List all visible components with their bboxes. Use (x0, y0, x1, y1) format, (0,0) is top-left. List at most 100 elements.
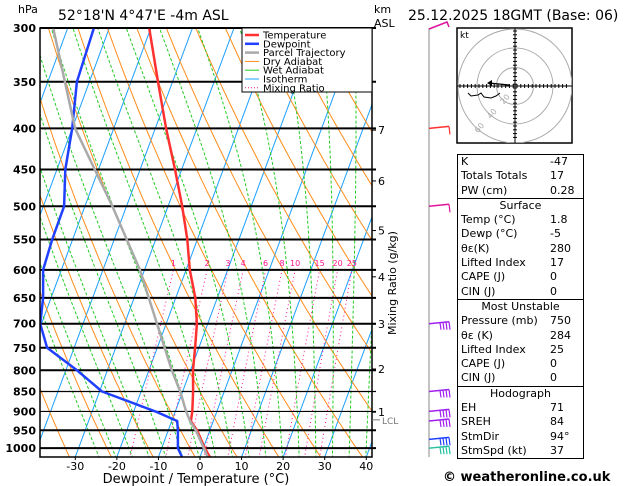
wind-barb-flag (439, 419, 442, 428)
mixing-ratio-label: 25 (347, 259, 357, 268)
wind-barb-flag (448, 409, 451, 418)
mixing-ratio-label: 2 (205, 259, 210, 268)
wind-barb (428, 408, 451, 418)
index-row: Temp (°C) 1.8 (461, 213, 568, 227)
pressure-tick-label: 350 (13, 76, 36, 89)
index-row: Dewp (°C) -5 (461, 227, 561, 241)
wet-adiabat-line (159, 28, 267, 457)
mixing-ratio-label: 15 (315, 259, 325, 268)
legend-entry: Mixing Ratio (263, 83, 325, 94)
wind-barb-flag (442, 409, 445, 418)
wind-barb-flag (448, 446, 451, 455)
wind-barb-shaft (428, 203, 450, 208)
pressure-tick-label: 800 (13, 364, 36, 377)
mixing-ratio-label: 8 (279, 259, 284, 268)
pressure-tick-label: 950 (13, 424, 36, 437)
wind-barb-flag (439, 438, 442, 446)
section-title: Most Unstable (481, 299, 560, 313)
mixing-ratio-label: 4 (241, 259, 246, 268)
hodograph-section: Hodograph EH 71 SREH 84 StmDir 94° StmSpd (… (458, 385, 583, 458)
index-row: CAPE (J) 0 (461, 270, 557, 284)
height-tick-label: 6 (378, 175, 385, 188)
wind-barb-flag (448, 418, 451, 428)
dry-adiabat-line (136, 28, 364, 457)
pressure-tick-label: 850 (13, 385, 36, 398)
mixing-ratio-label: 6 (263, 259, 268, 268)
mixing-ratio-label: 3 (225, 259, 230, 268)
height-tick-label: 4 (378, 271, 385, 284)
wind-barb (428, 125, 451, 135)
copyright[interactable]: © weatheronline.co.uk (443, 470, 611, 485)
legend: TemperatureDewpointParcel TrajectoryDry … (241, 27, 373, 94)
pressure-tick-label: 450 (13, 164, 36, 177)
index-row: Lifted Index 17 (461, 256, 564, 270)
index-row: Totals Totals 17 (461, 169, 564, 183)
wet-adiabat-line (97, 28, 233, 457)
pressure-tick-label: 900 (13, 405, 36, 418)
pressure-tick-label: 700 (13, 318, 36, 331)
surface-section: Surface Temp (°C) 1.8 Dewp (°C) -5 θε(K) 28… (458, 197, 583, 299)
mixing-ratio-label: 1 (171, 259, 176, 268)
wind-barbs (428, 21, 451, 457)
mixing-ratio-label: 10 (290, 259, 300, 268)
dry-adiabat-line (579, 28, 629, 459)
hpa-label: hPa (18, 3, 38, 16)
index-row: StmSpd (kt) 37 (461, 443, 564, 457)
location-title: 52°18'N 4°47'E -4m ASL (58, 8, 229, 24)
pressure-tick-label: 400 (13, 122, 36, 135)
index-row: Pressure (mb) 750 (461, 314, 571, 328)
index-row: θε (K) 284 (461, 328, 571, 342)
pressure-tick-label: 300 (13, 22, 36, 35)
wind-barb-flag (439, 447, 442, 455)
index-row: CAPE (J) 0 (461, 357, 557, 371)
x-axis-title: Dewpoint / Temperature (°C) (103, 472, 290, 486)
most-unstable-section: Most Unstable Pressure (mb) 750 θε (K) 284… (458, 298, 583, 386)
wind-barb-flag (445, 419, 448, 428)
index-row: K -47 (461, 155, 568, 168)
pressure-tick-label: 650 (13, 292, 36, 305)
wet-adiabat-line (348, 28, 357, 457)
mixing-ratio-axis-title: Mixing Ratio (g/kg) (386, 231, 399, 335)
wind-barb-flag (439, 390, 442, 398)
general-indices: K -47 Totals Totals 17 PW (cm) 0.28 (458, 155, 583, 198)
wind-barb-flag (442, 322, 445, 330)
section-title: Surface (499, 198, 542, 212)
height-tick-label: 5 (378, 225, 385, 238)
index-row: Lifted Index 25 (461, 342, 564, 356)
section-title: Hodograph (490, 386, 551, 400)
x-tick-label: 40 (359, 460, 373, 473)
wind-barb-flag (442, 446, 445, 455)
wind-barb-flag (439, 322, 442, 330)
pressure-tick-label: 600 (13, 264, 36, 277)
height-tick-label: 7 (378, 124, 385, 137)
index-row: StmDir 94° (461, 429, 570, 443)
wind-barb-flag (445, 446, 448, 455)
datetime-title: 25.12.2025 18GMT (Base: 06) (408, 8, 618, 24)
wind-barb-flag (442, 419, 445, 428)
wind-barb (428, 418, 451, 428)
wind-barb (428, 203, 451, 213)
wind-barb-flag (442, 437, 445, 446)
wind-barb-flag (448, 126, 451, 135)
wet-adiabat-line (365, 309, 372, 457)
hodograph: 204060kt (456, 27, 573, 144)
indices-table: K -47 Totals Totals 17 PW (cm) 0.28 Surface… (457, 154, 584, 460)
height-tick-label: 2 (378, 363, 385, 376)
index-row: θε(K) 280 (461, 241, 571, 255)
wind-barb-shaft (428, 125, 450, 130)
index-row: PW (cm) 0.28 (461, 183, 575, 197)
wind-barb-flag (445, 409, 448, 418)
pressure-tick-label: 550 (13, 234, 36, 247)
hodograph-unit-label: kt (460, 31, 469, 41)
lcl-label: LCL (382, 417, 398, 427)
wet-adiabat-line (40, 112, 167, 457)
wind-barb-flag (448, 437, 451, 446)
x-tick-label: -30 (66, 460, 84, 473)
wind-barb (428, 445, 451, 455)
mixing-ratio-label: 20 (332, 259, 342, 268)
wind-barb-flag (442, 389, 445, 398)
x-tick-label: 30 (318, 460, 332, 473)
wet-adiabat-line (50, 28, 200, 457)
height-tick-label: 3 (378, 318, 385, 331)
asl-label: ASL (374, 17, 396, 30)
